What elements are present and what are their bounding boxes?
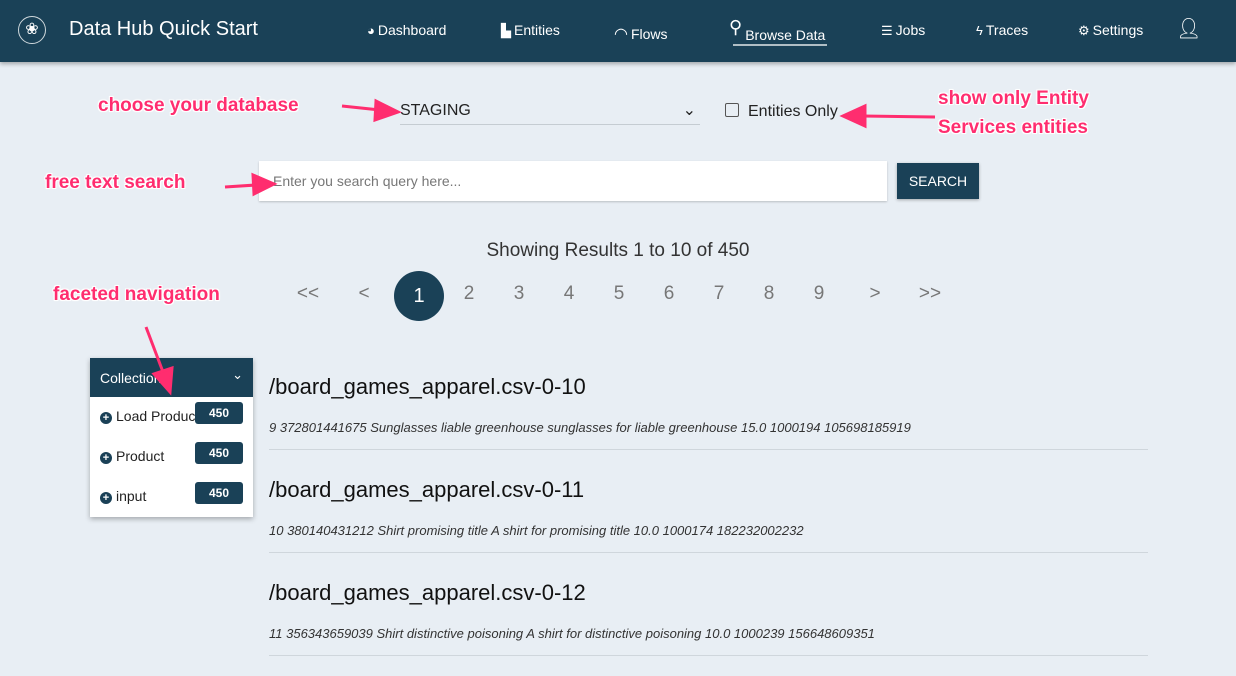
gear-icon: ⚙ (1078, 23, 1090, 38)
user-icon[interactable]: 👤︎ (1176, 16, 1201, 41)
flows-icon: ◠ (614, 26, 628, 43)
dashboard-icon: ◕ (367, 23, 375, 38)
nav-jobs[interactable]: ☰ Jobs (881, 22, 925, 39)
top-navbar: ❀ Data Hub Quick Start ◕ Dashboard ▙ Entit… (0, 0, 1236, 62)
page-4[interactable]: 4 (549, 283, 589, 305)
nav-browse-data[interactable]: ⚲ Browse Data (729, 17, 825, 43)
facet-title: Collection (100, 370, 162, 386)
page-9[interactable]: 9 (799, 283, 839, 305)
facet-item[interactable]: + Load Product 450 (90, 397, 253, 437)
search-button[interactable]: SEARCH (897, 163, 979, 199)
result-title[interactable]: /board_games_apparel.csv-0-10 (269, 374, 1148, 400)
facet-item[interactable]: + input 450 (90, 477, 253, 517)
annotation-facets: faceted navigation (53, 284, 220, 305)
active-tab-underline (733, 44, 827, 46)
chart-icon: ▙ (501, 23, 511, 38)
facet-label: Product (116, 448, 165, 464)
facet-item[interactable]: + Product 450 (90, 437, 253, 477)
facet-label: Load Product (116, 408, 200, 424)
result-summary: 11 356343659039 Shirt distinctive poison… (269, 626, 875, 641)
nav-flows[interactable]: ◠ Flows (614, 24, 668, 44)
nav-label: Browse Data (745, 27, 826, 43)
entities-only-checkbox[interactable] (725, 103, 739, 117)
plus-circle-icon: + (100, 412, 112, 424)
plus-circle-icon: + (100, 452, 112, 464)
page-8[interactable]: 8 (749, 283, 789, 305)
page-1[interactable]: 1 (394, 271, 444, 321)
facet-label: input (116, 488, 147, 504)
entities-only-label[interactable]: Entities Only (748, 103, 838, 121)
page-prev[interactable]: < (344, 283, 384, 305)
facet-count: 450 (195, 482, 243, 504)
nav-entities[interactable]: ▙ Entities (501, 22, 560, 39)
app-title: Data Hub Quick Start (69, 18, 258, 40)
result-title[interactable]: /board_games_apparel.csv-0-11 (269, 477, 1148, 503)
nav-label: Traces (985, 22, 1029, 38)
result-item: /board_games_apparel.csv-0-10 9 372801441… (269, 374, 1148, 450)
search-icon: ⚲ (729, 17, 743, 37)
results-summary: Showing Results 1 to 10 of 450 (486, 240, 750, 261)
nav-label: Dashboard (377, 22, 447, 38)
database-select[interactable]: STAGING ⌄ (400, 96, 700, 125)
arrow (224, 183, 257, 189)
annotation-search: free text search (45, 172, 186, 193)
nav-traces[interactable]: ϟ Traces (976, 22, 1028, 38)
page-last[interactable]: >> (910, 283, 950, 305)
plus-circle-icon: + (100, 492, 112, 504)
facet-collection: Collection ⌄ + Load Product 450 + Product 450… (90, 358, 253, 517)
page-6[interactable]: 6 (649, 283, 689, 305)
annotation-database: choose your database (98, 95, 299, 116)
page-7[interactable]: 7 (699, 283, 739, 305)
page-first[interactable]: << (288, 283, 328, 305)
arrow-head (839, 103, 867, 129)
result-title[interactable]: /board_games_apparel.csv-0-12 (269, 580, 1148, 606)
facet-count: 450 (195, 402, 243, 424)
arrow (861, 114, 936, 119)
nav-dashboard[interactable]: ◕ Dashboard (367, 22, 446, 38)
result-item: /board_games_apparel.csv-0-12 11 35634365… (269, 580, 1148, 656)
nav-label: Settings (1092, 22, 1144, 38)
arrow-head (373, 98, 402, 123)
result-summary: 9 372801441675 Sunglasses liable greenho… (269, 420, 911, 435)
chevron-down-icon: ⌄ (682, 102, 696, 119)
result-item: /board_games_apparel.csv-0-11 10 38014043… (269, 477, 1148, 553)
search-input[interactable] (259, 161, 887, 201)
nav-label: Jobs (895, 22, 926, 38)
annotation-entities: show only Entity Services entities (938, 88, 1089, 138)
facet-count: 450 (195, 442, 243, 464)
arrow (341, 104, 381, 112)
page-3[interactable]: 3 (499, 283, 539, 305)
database-value: STAGING (400, 102, 471, 119)
page-2[interactable]: 2 (449, 283, 489, 305)
bolt-icon: ϟ (976, 23, 983, 38)
chevron-down-icon: ⌄ (232, 367, 243, 382)
nav-settings[interactable]: ⚙ Settings (1078, 22, 1143, 39)
result-summary: 10 380140431212 Shirt promising title A … (269, 523, 804, 538)
facet-header[interactable]: Collection ⌄ (90, 358, 253, 397)
logo-icon[interactable]: ❀ (18, 16, 46, 44)
nav-label: Entities (514, 22, 560, 38)
jobs-icon: ☰ (881, 23, 893, 38)
nav-label: Flows (630, 26, 668, 42)
page-5[interactable]: 5 (599, 283, 639, 305)
page-next[interactable]: > (855, 283, 895, 305)
